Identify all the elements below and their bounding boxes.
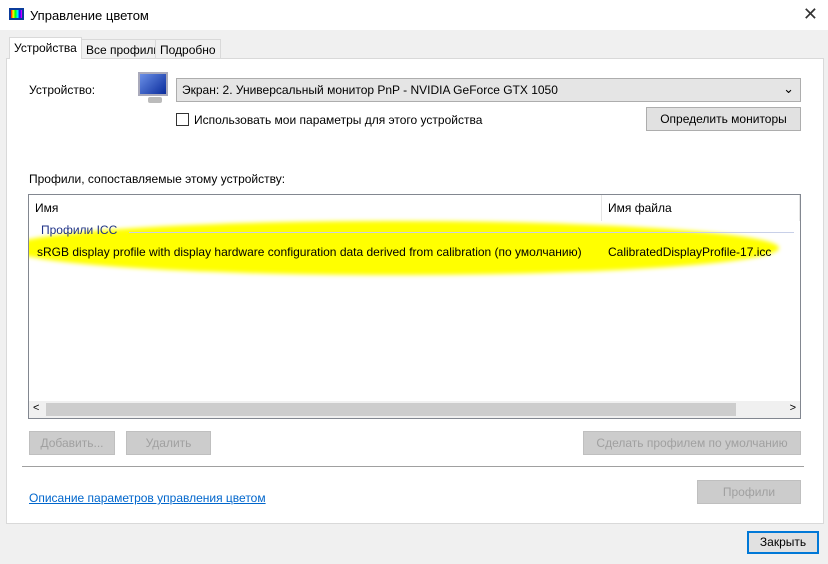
- separator: [22, 466, 804, 467]
- profile-file[interactable]: CalibratedDisplayProfile-17.icc: [608, 245, 771, 259]
- identify-monitors-button[interactable]: Определить мониторы: [646, 107, 801, 131]
- scroll-left-icon[interactable]: <: [33, 402, 39, 414]
- scroll-right-icon[interactable]: >: [790, 402, 796, 414]
- tab-devices[interactable]: Устройства: [9, 37, 82, 59]
- group-divider: [129, 232, 794, 233]
- column-header-name[interactable]: Имя: [29, 195, 602, 221]
- profiles-list[interactable]: Имя Имя файла Профили ICC sRGB display p…: [28, 194, 801, 419]
- tab-all-profiles[interactable]: Все профили: [81, 39, 166, 59]
- profiles-button[interactable]: Профили: [697, 480, 801, 504]
- remove-button[interactable]: Удалить: [126, 431, 211, 455]
- column-header-file[interactable]: Имя файла: [602, 195, 800, 221]
- device-selected: Экран: 2. Универсальный монитор PnP - NV…: [182, 83, 558, 97]
- profile-name[interactable]: sRGB display profile with display hardwa…: [37, 245, 582, 259]
- add-button[interactable]: Добавить...: [29, 431, 115, 455]
- window-title: Управление цветом: [30, 8, 149, 23]
- device-label: Устройство:: [29, 83, 96, 97]
- close-icon[interactable]: ✕: [803, 4, 818, 25]
- monitor-stand-icon: [148, 97, 162, 103]
- horizontal-scrollbar[interactable]: < >: [29, 401, 800, 418]
- use-my-settings-label[interactable]: Использовать мои параметры для этого уст…: [194, 113, 482, 127]
- device-dropdown[interactable]: Экран: 2. Универсальный монитор PnP - NV…: [176, 78, 801, 102]
- group-header: Профили ICC: [41, 223, 118, 237]
- title-bar: Управление цветом ✕: [0, 0, 828, 30]
- color-management-icon: [9, 8, 24, 20]
- monitor-icon: [138, 72, 168, 96]
- profiles-label: Профили, сопоставляемые этому устройству…: [29, 172, 286, 186]
- use-my-settings-checkbox[interactable]: [176, 113, 189, 126]
- close-button[interactable]: Закрыть: [747, 531, 819, 554]
- chevron-down-icon: ⌄: [783, 81, 794, 96]
- set-default-button[interactable]: Сделать профилем по умолчанию: [583, 431, 801, 455]
- tab-advanced[interactable]: Подробно: [155, 39, 221, 59]
- scroll-thumb[interactable]: [46, 403, 736, 416]
- help-link[interactable]: Описание параметров управления цветом: [29, 491, 266, 505]
